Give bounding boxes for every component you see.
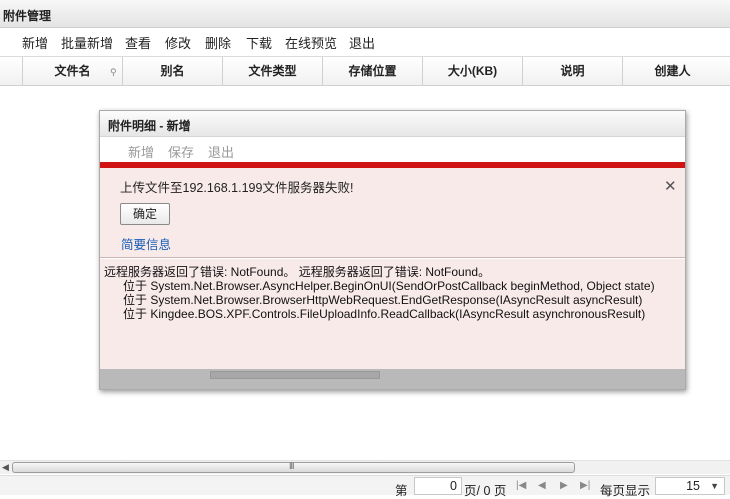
page-size-value: 15 bbox=[686, 479, 700, 493]
first-page-icon[interactable]: |◀ bbox=[516, 480, 526, 491]
delete-button[interactable]: 删除 bbox=[205, 33, 231, 52]
dialog-exit-button[interactable]: 退出 bbox=[208, 142, 234, 161]
batch-add-button[interactable]: 批量新增 bbox=[61, 33, 113, 52]
grid-header: 文件名 ⚲ 别名 文件类型 存储位置 大小(KB) 说明 创建人 bbox=[0, 56, 730, 86]
next-page-icon[interactable]: ▶ bbox=[560, 480, 568, 491]
error-message: 上传文件至192.168.1.199文件服务器失败! bbox=[120, 181, 354, 195]
summary-info-link[interactable]: 简要信息 bbox=[121, 234, 171, 253]
ok-button[interactable]: 确定 bbox=[120, 203, 170, 225]
error-panel: 上传文件至192.168.1.199文件服务器失败! ✕ 确定 简要信息 bbox=[100, 168, 685, 258]
column-header-size[interactable]: 大小(KB) bbox=[422, 57, 522, 85]
scrollbar-thumb[interactable]: III bbox=[12, 461, 575, 473]
column-header-storage[interactable]: 存储位置 bbox=[322, 57, 422, 85]
filter-icon[interactable]: ⚲ bbox=[110, 58, 117, 86]
page-label: 第 bbox=[395, 484, 408, 498]
main-toolbar: 新增 批量新增 查看 修改 删除 下载 在线预览 退出 bbox=[0, 28, 730, 55]
add-button[interactable]: 新增 bbox=[22, 33, 48, 52]
scrollbar-grip: III bbox=[289, 461, 294, 471]
error-detail-panel: 远程服务器返回了错误: NotFound。 远程服务器返回了错误: NotFou… bbox=[100, 259, 685, 369]
dialog-title: 附件明细 - 新增 bbox=[108, 119, 191, 133]
dialog-scrollbar[interactable] bbox=[210, 371, 380, 379]
column-header-filename[interactable]: 文件名 ⚲ bbox=[22, 57, 122, 85]
window-title: 附件管理 bbox=[3, 9, 52, 23]
error-detail-line: 位于 Kingdee.BOS.XPF.Controls.FileUploadIn… bbox=[123, 307, 646, 321]
column-header-alias[interactable]: 别名 bbox=[122, 57, 222, 85]
horizontal-scrollbar[interactable]: ◀ III bbox=[0, 460, 730, 474]
download-button[interactable]: 下载 bbox=[246, 33, 272, 52]
close-icon[interactable]: ✕ bbox=[108, 117, 118, 131]
error-close-icon[interactable]: ✕ bbox=[664, 177, 677, 195]
page-size-select[interactable]: 15 ▼ bbox=[655, 477, 725, 495]
view-button[interactable]: 查看 bbox=[125, 33, 151, 52]
chevron-down-icon: ▼ bbox=[710, 481, 719, 491]
exit-button[interactable]: 退出 bbox=[349, 33, 375, 52]
column-header-file-type[interactable]: 文件类型 bbox=[222, 57, 322, 85]
dialog-add-button[interactable]: 新增 bbox=[128, 142, 154, 161]
scroll-left-icon[interactable]: ◀ bbox=[2, 462, 9, 473]
dialog-bottom-bar bbox=[100, 369, 685, 389]
online-preview-button[interactable]: 在线预览 bbox=[285, 33, 337, 52]
column-header-description[interactable]: 说明 bbox=[522, 57, 622, 85]
title-bar: 附件管理 bbox=[0, 0, 730, 28]
attachment-detail-dialog: 附件明细 - 新增 ✕ 新增 保存 退出 上传文件至192.168.1.199文… bbox=[99, 110, 686, 390]
pager: 第 0 页/ 0 页 |◀ ◀ ▶ ▶| 每页显示 15 ▼ bbox=[0, 475, 730, 498]
page-number-input[interactable]: 0 bbox=[414, 477, 462, 495]
dialog-toolbar: 新增 保存 退出 bbox=[100, 138, 685, 162]
edit-button[interactable]: 修改 bbox=[165, 33, 191, 52]
last-page-icon[interactable]: ▶| bbox=[580, 480, 590, 491]
dialog-title-bar: 附件明细 - 新增 ✕ bbox=[100, 111, 685, 137]
column-header-creator[interactable]: 创建人 bbox=[622, 57, 722, 85]
prev-page-icon[interactable]: ◀ bbox=[538, 480, 546, 491]
page-total-label: 页/ 0 页 bbox=[464, 484, 507, 498]
dialog-save-button[interactable]: 保存 bbox=[168, 142, 194, 161]
page-size-label: 每页显示 bbox=[600, 484, 651, 498]
